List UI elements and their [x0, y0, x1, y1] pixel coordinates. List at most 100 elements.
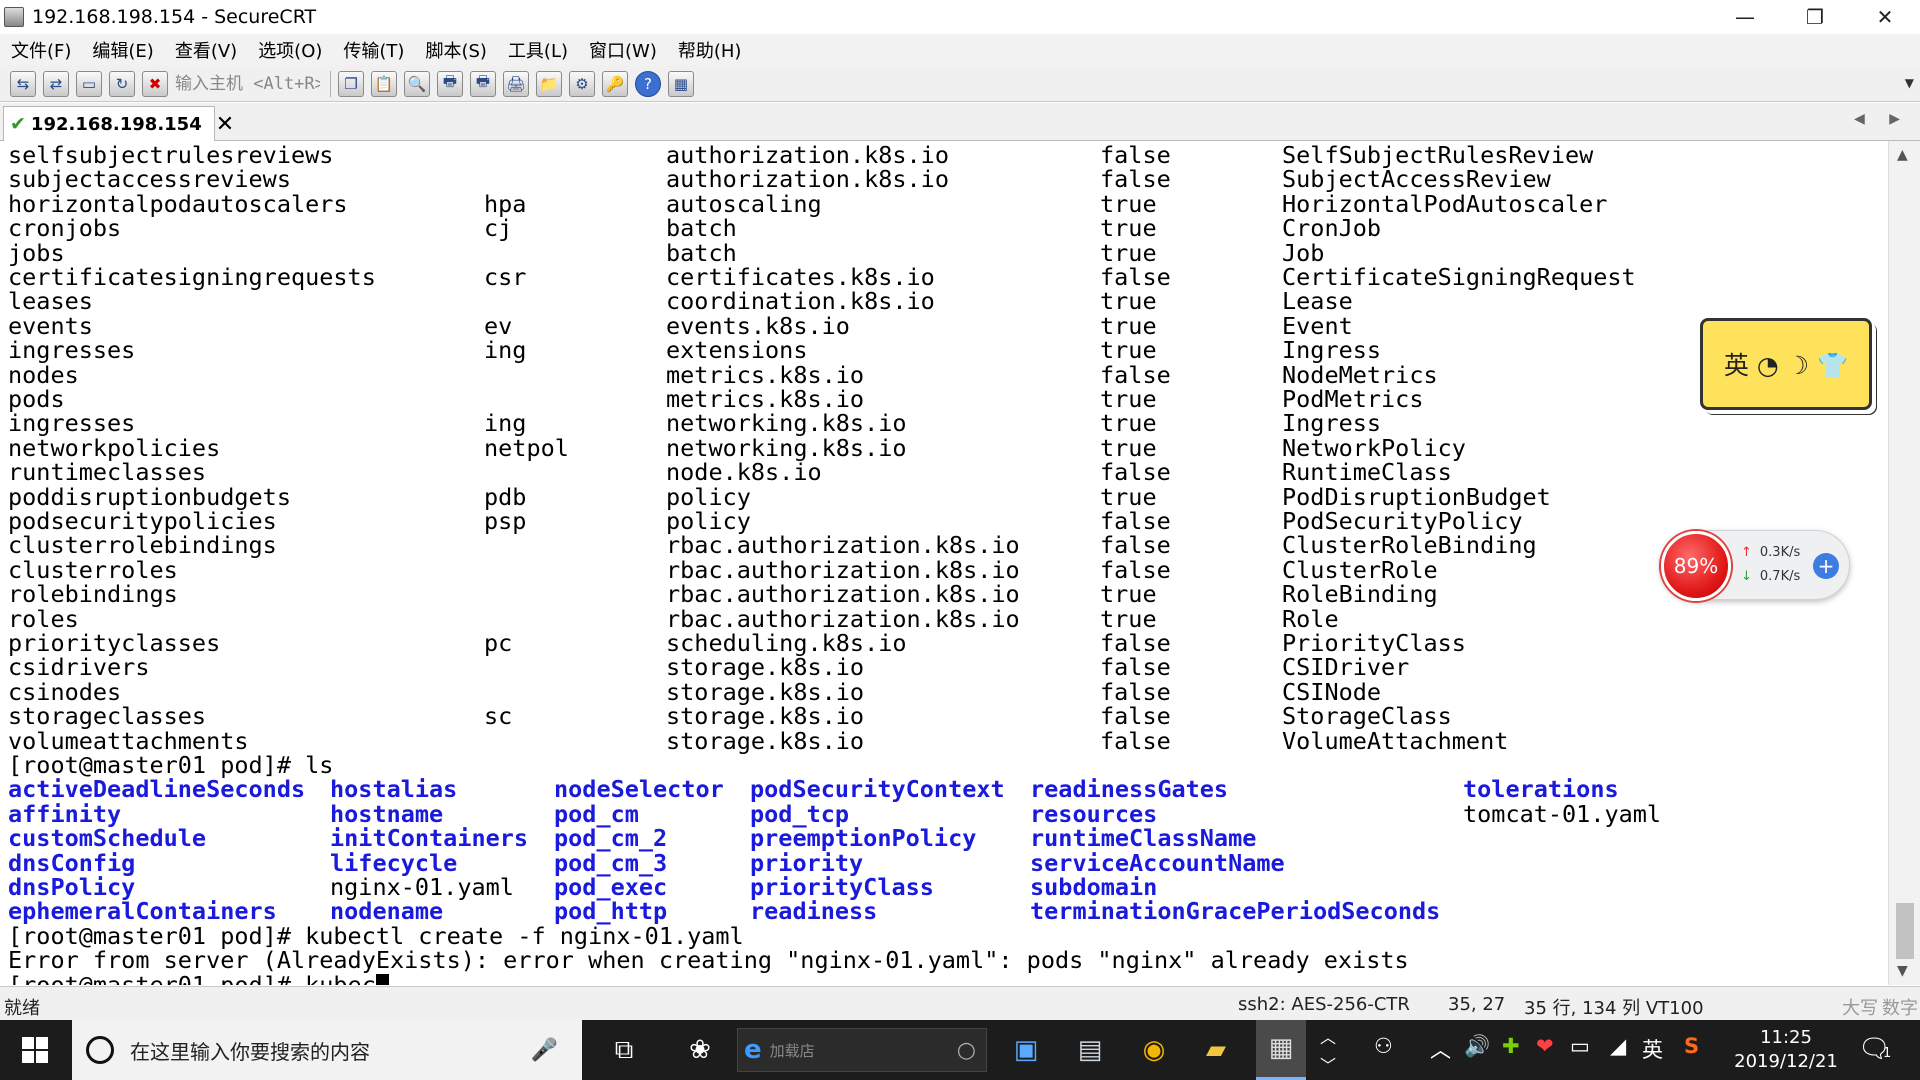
swirl-app-icon[interactable]: ❀: [680, 1030, 720, 1070]
sogou-input-icon[interactable]: S: [1684, 1034, 1699, 1058]
api-resource-cell: pc: [484, 629, 513, 657]
task-view-icon[interactable]: ⧉: [604, 1030, 644, 1070]
connect-icon[interactable]: ⇆: [10, 70, 36, 97]
notification-count: 1: [1883, 1046, 1892, 1061]
taskbar-search-box[interactable]: 在这里输入你要搜索的内容 🎤: [72, 1020, 582, 1080]
ime-indicator[interactable]: 英: [1642, 1034, 1663, 1064]
memory-usage-badge: 89%: [1661, 531, 1731, 601]
windows-logo-icon: [22, 1037, 48, 1063]
disconnect-icon[interactable]: ✖: [142, 70, 168, 97]
window-controls: — ❐ ✕: [1710, 0, 1920, 34]
people-icon[interactable]: ⚇: [1374, 1034, 1393, 1058]
scroll-up-icon[interactable]: ▲: [1897, 147, 1908, 163]
ls-directory-entry: terminationGracePeriodSeconds: [1030, 897, 1441, 926]
battery-icon[interactable]: ▭: [1570, 1034, 1590, 1058]
sftp-icon[interactable]: 📁: [536, 70, 562, 97]
securecrt-taskbar-button[interactable]: ▦: [1256, 1020, 1306, 1080]
accelerate-plus-icon[interactable]: +: [1813, 553, 1839, 579]
terminal-scrollbar[interactable]: ▲ ▼: [1888, 141, 1920, 985]
api-resource-cell: true: [1100, 604, 1157, 633]
status-caps: 大写: [1842, 998, 1878, 1019]
upload-speed-value: 0.3K/s: [1759, 545, 1801, 560]
options-icon[interactable]: ⚙: [569, 70, 595, 97]
tab-scroll-arrows[interactable]: ◀ ▶: [1854, 111, 1910, 127]
browser-search-text: 加载店: [769, 1041, 815, 1060]
menu-item-6[interactable]: 工具(L): [505, 35, 571, 65]
menu-item-1[interactable]: 编辑(E): [89, 35, 156, 65]
menu-item-7[interactable]: 窗口(W): [586, 35, 660, 65]
tray-expand-chevron-icon[interactable]: ︿: [1430, 1034, 1451, 1064]
help-icon[interactable]: ?: [635, 70, 661, 97]
menu-bar: 文件(F) 编辑(E) 查看(V) 选项(O) 传输(T) 脚本(S) 工具(L) 窗口(W)…: [0, 34, 1920, 66]
scroll-down-icon[interactable]: ▼: [1897, 963, 1908, 979]
browser-search-icon[interactable]: ○: [957, 1038, 976, 1063]
volume-icon[interactable]: 🔊: [1464, 1034, 1490, 1059]
microphone-icon[interactable]: 🎤: [531, 1038, 558, 1063]
current-prompt-text: [root@master01 pod]# kubec: [8, 970, 376, 985]
api-resource-cell: SubjectAccessReview: [1282, 165, 1551, 194]
ls-directory-entry: ephemeralContainers: [8, 897, 277, 926]
taskbar-clock[interactable]: 11:25 2019/12/21: [1716, 1026, 1856, 1074]
network-speed-widget[interactable]: 89% ↑ 0.3K/s ↓ 0.7K/s +: [1660, 530, 1850, 601]
photos-icon[interactable]: ▤: [1070, 1030, 1110, 1070]
windows-taskbar: 在这里输入你要搜索的内容 🎤 ⧉ ❀ e 加载店 ○ ▣ ▤ ◉ ▰ ▦ ︿ ﹀…: [0, 1020, 1920, 1080]
menu-item-3[interactable]: 选项(O): [255, 35, 325, 65]
host-input[interactable]: 输入主机 <Alt+R>: [175, 71, 320, 97]
file-explorer-icon[interactable]: ▰: [1196, 1030, 1236, 1070]
wifi-icon[interactable]: ◢: [1610, 1034, 1626, 1058]
menu-item-8[interactable]: 帮助(H): [675, 35, 745, 65]
ls-directory-entry: lifecycle: [330, 848, 458, 877]
copy-icon[interactable]: ❐: [338, 70, 364, 97]
red-tray-app-icon[interactable]: ❤: [1536, 1034, 1554, 1058]
securecrt-app-icon[interactable]: [4, 7, 24, 27]
menu-item-5[interactable]: 脚本(S): [422, 35, 489, 65]
api-resource-cell: autoscaling: [666, 189, 822, 218]
error-message-line: Error from server (AlreadyExists): error…: [8, 946, 1409, 975]
start-button[interactable]: [0, 1020, 70, 1080]
menu-item-2[interactable]: 查看(V): [172, 35, 240, 65]
tab-close-icon[interactable]: ✕: [216, 112, 234, 137]
keymap-icon[interactable]: 🔑: [602, 70, 628, 97]
ime-floating-widget[interactable]: 英 ◔ ☽ 👕: [1700, 318, 1872, 410]
notification-center-icon[interactable]: 🗨1: [1858, 1034, 1891, 1064]
chrome-icon[interactable]: ◉: [1134, 1030, 1174, 1070]
paste-icon[interactable]: 📋: [371, 70, 397, 97]
restore-button[interactable]: ❐: [1780, 0, 1850, 34]
status-num: 数字: [1882, 998, 1918, 1019]
print-icon[interactable]: 🖨: [503, 70, 529, 97]
reconnect-icon[interactable]: ↻: [109, 70, 135, 97]
browser-search-box[interactable]: e 加载店 ○: [737, 1028, 987, 1072]
toolbar-separator: [330, 70, 331, 97]
print-setup-icon[interactable]: 🖶: [437, 70, 463, 97]
api-resource-cell: ingresses: [8, 336, 136, 365]
api-resource-cell: selfsubjectrulesreviews: [8, 141, 334, 169]
close-button[interactable]: ✕: [1850, 0, 1920, 34]
taskbar-scroll-down-icon[interactable]: ﹀: [1320, 1052, 1336, 1076]
current-prompt-line[interactable]: [root@master01 pod]# kubec: [8, 973, 389, 985]
ls-directory-entry: pod_cm_2: [554, 824, 668, 853]
screenshot-icon[interactable]: ▦: [668, 70, 694, 97]
ls-directory-entry: dnsConfig: [8, 848, 136, 877]
menu-item-0[interactable]: 文件(F): [8, 35, 74, 65]
ls-directory-entry: hostalias: [330, 775, 458, 804]
ls-directory-entry: customSchedule: [8, 824, 207, 853]
connect-tab-icon[interactable]: ▭: [76, 70, 102, 97]
title-bar: 192.168.198.154 - SecureCRT — ❐ ✕: [0, 0, 1920, 34]
minimize-button[interactable]: —: [1710, 0, 1780, 34]
green-tray-app-icon[interactable]: ✚: [1502, 1034, 1520, 1058]
api-resource-cell: authorization.k8s.io: [666, 165, 949, 194]
api-resource-cell: false: [1100, 702, 1171, 731]
store-icon[interactable]: ▣: [1006, 1030, 1046, 1070]
taskbar-scroll-up-icon[interactable]: ︿: [1320, 1024, 1336, 1048]
print-selection-icon[interactable]: 🖶: [470, 70, 496, 97]
window-title: 192.168.198.154 - SecureCRT: [32, 6, 317, 28]
api-resource-cell: horizontalpodautoscalers: [8, 189, 348, 218]
terminal-output[interactable]: selfsubjectrulesreviews authorization.k8s…: [0, 141, 1888, 985]
api-resource-cell: true: [1100, 580, 1157, 609]
find-icon[interactable]: 🔍: [404, 70, 430, 97]
quick-connect-icon[interactable]: ⇄: [43, 70, 69, 97]
menu-item-4[interactable]: 传输(T): [340, 35, 407, 65]
tab-session[interactable]: ✔ 192.168.198.154 ✕: [3, 106, 234, 141]
scrollbar-thumb[interactable]: [1896, 903, 1914, 959]
toolbar-overflow-chevron-icon[interactable]: ▼: [1905, 76, 1914, 90]
